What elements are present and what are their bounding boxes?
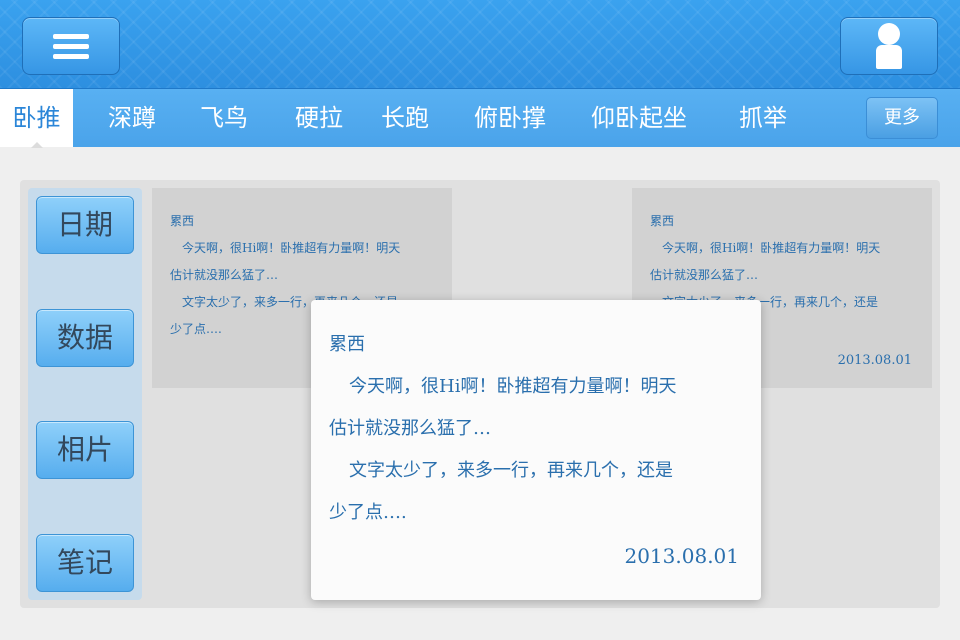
note-line: 估计就没那么猛了… <box>170 268 279 282</box>
tab-running[interactable]: 长跑 <box>368 89 442 147</box>
sidebar-item-date[interactable]: 日期 <box>36 196 134 254</box>
note-detail-line: 今天啊，很Hi啊！卧推超有力量啊！明天 <box>349 376 677 397</box>
sidebar-item-data[interactable]: 数据 <box>36 309 134 367</box>
tab-squat[interactable]: 深蹲 <box>93 89 171 147</box>
exercise-tab-bar: 卧推 深蹲 飞鸟 硬拉 长跑 俯卧撑 仰卧起坐 抓举 更多 <box>0 89 960 148</box>
top-bar <box>0 0 960 89</box>
user-profile-button[interactable] <box>840 17 938 75</box>
note-line: 估计就没那么猛了… <box>650 268 759 282</box>
more-button[interactable]: 更多 <box>866 97 938 139</box>
tab-fly[interactable]: 飞鸟 <box>187 89 261 147</box>
tab-pushup[interactable]: 俯卧撑 <box>465 89 555 147</box>
note-detail-line: 估计就没那么猛了… <box>329 418 491 439</box>
note-line: 今天啊，很Hi啊！卧推超有力量啊！明天 <box>662 241 881 255</box>
note-detail-text: 累西 今天啊，很Hi啊！卧推超有力量啊！明天 估计就没那么猛了… 文字太少了，来… <box>311 300 761 534</box>
tab-deadlift[interactable]: 硬拉 <box>282 89 356 147</box>
note-title: 累西 <box>170 214 195 228</box>
note-detail-date: 2013.08.01 <box>624 544 739 568</box>
sidebar-item-photos[interactable]: 相片 <box>36 421 134 479</box>
menu-button[interactable] <box>22 17 120 75</box>
note-line: 今天啊，很Hi啊！卧推超有力量啊！明天 <box>182 241 401 255</box>
tab-snatch[interactable]: 抓举 <box>726 89 800 147</box>
note-card-text: 累西 今天啊，很Hi啊！卧推超有力量啊！明天 估计就没那么猛了… 文字太少了，来… <box>632 188 932 316</box>
note-detail-title: 累西 <box>329 334 365 355</box>
note-date: 2013.08.01 <box>837 353 912 368</box>
note-detail-line: 文字太少了，来多一行，再来几个，还是 <box>349 460 673 481</box>
note-detail-line: 少了点…. <box>329 502 407 523</box>
sidebar: 日期 数据 相片 笔记 <box>28 188 142 600</box>
tab-situp[interactable]: 仰卧起坐 <box>584 89 694 147</box>
sidebar-item-notes[interactable]: 笔记 <box>36 534 134 592</box>
note-detail-popup[interactable]: 累西 今天啊，很Hi啊！卧推超有力量啊！明天 估计就没那么猛了… 文字太少了，来… <box>311 300 761 600</box>
note-title: 累西 <box>650 214 675 228</box>
tab-bench-press[interactable]: 卧推 <box>0 89 73 148</box>
